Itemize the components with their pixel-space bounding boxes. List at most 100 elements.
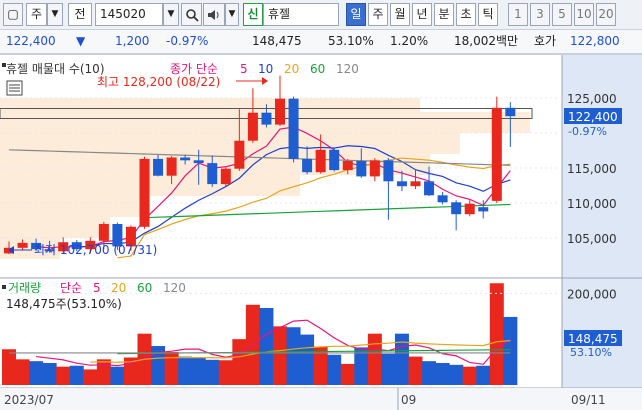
volume-axis-tick: 200,000 xyxy=(567,287,617,301)
speaker-dropdown-icon[interactable]: ▼ xyxy=(225,3,239,26)
credit-badge: 신 xyxy=(243,3,263,26)
market-select[interactable]: 주 xyxy=(26,3,47,26)
search-icon[interactable] xyxy=(181,3,202,26)
volume-bar xyxy=(273,326,287,385)
price-ma-legend-item: 120 xyxy=(336,62,359,76)
x-axis-label-end: 09/11 xyxy=(571,393,606,407)
volume-profile-band xyxy=(0,175,300,196)
volume-bar xyxy=(56,366,71,385)
candle-body xyxy=(424,181,435,196)
volume-bar xyxy=(286,327,301,385)
stock-chart[interactable]: 휴젤 매물대 수(10) 종가 단순 5 10 20 60 120 최고 128,200… xyxy=(0,54,642,410)
volume-bar xyxy=(191,357,206,385)
candle-body xyxy=(383,160,394,182)
period-button-4[interactable]: 분 xyxy=(434,3,454,26)
interval-button-3[interactable]: 3 xyxy=(530,3,550,26)
candle-body xyxy=(410,181,421,187)
volume-profile-band xyxy=(0,196,150,217)
low-annotation: 최저 102,700 (07/31) xyxy=(34,243,157,257)
volume-bar xyxy=(259,308,274,385)
interval-button-20[interactable]: 20 xyxy=(596,3,616,26)
volume-bar xyxy=(408,356,423,385)
price-change: 1,200 xyxy=(115,34,150,48)
price-change-pct: -0.97% xyxy=(166,34,209,48)
volume-bar xyxy=(340,363,355,385)
volume-bar xyxy=(83,369,98,385)
price-ma-legend-item: 10 xyxy=(258,62,273,76)
volume-bar xyxy=(205,359,220,385)
price-panel-title: 휴젤 매물대 수(10) xyxy=(6,62,105,76)
volume-bar xyxy=(503,316,518,385)
prev-button[interactable]: 전 xyxy=(68,3,92,26)
candle-body xyxy=(180,157,191,161)
period-button-3[interactable]: 년 xyxy=(412,3,432,26)
volume-bar xyxy=(476,365,491,385)
candle-body xyxy=(139,158,150,227)
top-toolbar: ▢ 주 ▼ 전 145020 ▼ ▼ 신 휴젤 일 주 월 년 분 초 틱 1 3 5 10 20 xyxy=(0,0,642,30)
candle-body xyxy=(396,181,407,187)
volume-bar xyxy=(462,366,477,385)
stock-code-input[interactable]: 145020 xyxy=(95,3,163,26)
candle-body xyxy=(220,168,231,185)
candle-body xyxy=(356,161,367,177)
volume-bar xyxy=(422,361,437,385)
volume-bar xyxy=(449,364,464,385)
period-button-6[interactable]: 틱 xyxy=(478,3,498,26)
candle-body xyxy=(98,224,109,241)
price-ma-legend-item: 20 xyxy=(284,62,299,76)
candle-body xyxy=(302,158,313,173)
volume-bar xyxy=(178,356,193,385)
volume-bar xyxy=(96,359,111,385)
quote-bar: 122,400 ▼ 1,200 -0.97% 148,475 53.10% 1.… xyxy=(0,30,642,54)
volume-bar xyxy=(29,361,44,385)
volume-ratio: 53.10% xyxy=(328,34,374,48)
ask-price: 122,800 xyxy=(570,34,620,48)
volume-bar xyxy=(69,365,84,385)
stock-name: 휴젤 xyxy=(268,7,291,21)
period-button-5[interactable]: 초 xyxy=(456,3,476,26)
x-axis-background xyxy=(0,388,642,410)
period-button-1[interactable]: 주 xyxy=(368,3,388,26)
change-arrow-icon: ▼ xyxy=(76,34,86,48)
prev-label: 전 xyxy=(74,7,86,21)
volume-bar xyxy=(435,363,450,385)
volume-bar xyxy=(42,363,57,385)
candle-body xyxy=(437,195,448,203)
candle-body xyxy=(17,242,28,248)
period-button-2[interactable]: 월 xyxy=(390,3,410,26)
market-dropdown-icon[interactable]: ▼ xyxy=(47,3,63,26)
list-icon[interactable] xyxy=(6,80,23,96)
candle-body xyxy=(288,98,299,159)
price-axis-tick: 110,000 xyxy=(567,197,617,211)
candle-body xyxy=(207,163,218,185)
volume-bar xyxy=(2,349,16,385)
interval-button-1[interactable]: 1 xyxy=(508,3,528,26)
volume-ma-legend-item: 20 xyxy=(111,281,126,295)
price-axis-tick: 115,000 xyxy=(567,162,617,176)
volume-ma-legend-item: 60 xyxy=(137,281,152,295)
candle-body xyxy=(315,149,326,173)
interval-button-10[interactable]: 10 xyxy=(574,3,594,26)
current-volume-label: 148,475주(53.10%) xyxy=(6,297,122,311)
volume-bar xyxy=(15,359,30,385)
price-ma-label: 종가 단순 xyxy=(170,62,218,76)
trade-value: 18,002백만 xyxy=(454,34,519,48)
window-icon[interactable]: ▢ xyxy=(3,3,23,26)
x-axis-label-month: 09 xyxy=(401,393,416,407)
candle-body xyxy=(153,158,164,176)
candle-body xyxy=(369,160,380,177)
speaker-icon[interactable] xyxy=(203,3,225,26)
interval-button-5[interactable]: 5 xyxy=(552,3,572,26)
volume-bar xyxy=(164,352,179,385)
volume-panel-marker-icon xyxy=(2,285,6,289)
period-button-0[interactable]: 일 xyxy=(346,3,366,26)
volume-profile-band xyxy=(0,217,110,238)
high-annotation: 최고 128,200 (08/22) xyxy=(97,75,220,89)
candle-body xyxy=(491,107,502,201)
volume-profile-band xyxy=(0,98,420,112)
volume-bar xyxy=(327,354,342,385)
panel-marker-icon xyxy=(2,63,6,67)
candle-body xyxy=(505,107,516,117)
volume-bar xyxy=(232,339,247,385)
stock-code-dropdown-icon[interactable]: ▼ xyxy=(163,3,179,26)
